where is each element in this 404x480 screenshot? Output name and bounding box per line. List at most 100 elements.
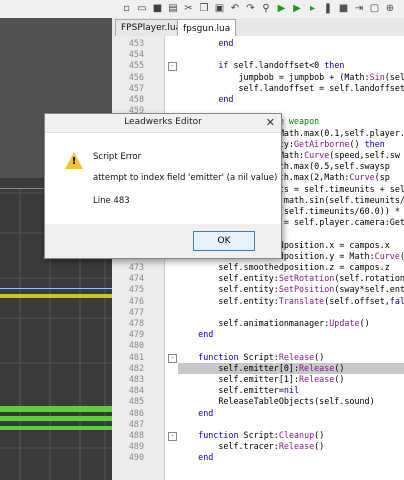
code-text: function Script:Cleanup() — [198, 430, 325, 440]
code-line[interactable]: 458 end — [112, 94, 404, 105]
open-icon[interactable]: ▭ — [136, 2, 149, 15]
line-number: 488 — [128, 430, 144, 440]
code-text: self.animationmanager:Update() — [178, 318, 370, 328]
code-line[interactable]: 485 ReleaseTableObjects(self.sound) — [112, 396, 404, 407]
pause-icon[interactable]: ❚ — [322, 2, 335, 15]
code-line[interactable]: 487 — [112, 419, 404, 430]
ok-button[interactable]: OK — [193, 231, 255, 251]
cut-icon[interactable]: ✂ — [182, 2, 195, 15]
code-line[interactable]: 482 self.emitter[0]:Release() — [112, 362, 404, 374]
code-line[interactable]: 489 self.tracer:Release() — [112, 441, 404, 452]
code-text: end — [198, 329, 214, 340]
code-line[interactable]: 484 self.emitter=nil — [112, 385, 404, 396]
code-line[interactable]: 483 self.emitter[1]:Release() — [112, 374, 404, 385]
find-icon[interactable]: ⚲ — [260, 2, 273, 15]
line-number: 454 — [128, 49, 144, 60]
dialog-message: attempt to index field 'emitter' (a nil … — [93, 173, 278, 183]
new-file-icon[interactable]: ▫ — [120, 2, 133, 15]
code-line[interactable]: 456 jumpbob = jumpbob + (Math:Sin(self.l… — [112, 72, 404, 83]
line-number: 475 — [128, 284, 144, 295]
code-text: end — [198, 452, 214, 463]
code-line[interactable]: 455 - if self.landoffset<0 then — [112, 60, 404, 72]
code-text: self.landoffset = self.landoffset + 1 — [178, 82, 404, 93]
code-line[interactable]: 486 end — [112, 408, 404, 419]
line-number: 453 — [128, 38, 144, 48]
code-text: end — [218, 94, 234, 104]
fold-toggle-icon[interactable]: - — [168, 432, 177, 441]
line-number: 479 — [128, 329, 144, 340]
line-number: 477 — [128, 306, 144, 317]
code-line[interactable]: 473 self.smoothedposition.z = campos.z — [112, 262, 404, 273]
line-number: 458 — [128, 94, 144, 104]
line-number: 489 — [128, 441, 144, 452]
code-line[interactable]: 488 - function Script:Cleanup() — [112, 430, 404, 441]
error-dialog: Leadwerks Editor ✕ ! Script Error attemp… — [44, 113, 282, 259]
code-text: self.entity:Translate(self.offset,false) — [178, 295, 404, 306]
dialog-footer: OK — [45, 224, 281, 258]
code-text: self.entity:SetRotation(self.rotation) — [178, 273, 404, 284]
pin-icon[interactable]: ⊕ — [384, 2, 397, 15]
warning-mark: ! — [71, 156, 77, 167]
redo-icon[interactable]: ↷ — [244, 2, 257, 15]
undo-icon[interactable]: ↶ — [229, 2, 242, 15]
code-line[interactable]: 476 self.entity:Translate(self.offset,fa… — [112, 296, 404, 307]
code-text: ReleaseTableObjects(self.sound) — [178, 396, 375, 407]
dialog-title: Leadwerks Editor — [124, 117, 202, 127]
paste-icon[interactable]: ▣ — [213, 2, 226, 15]
code-text: function Script:Release() — [198, 351, 325, 362]
copy-icon[interactable]: ❐ — [198, 2, 211, 15]
line-number: 484 — [128, 385, 144, 396]
code-line[interactable]: 474 self.entity:SetRotation(self.rotatio… — [112, 273, 404, 284]
code-line[interactable]: 479 end — [112, 329, 404, 340]
stop-icon[interactable]: ■ — [337, 2, 350, 15]
code-text: end — [218, 38, 234, 48]
code-line[interactable]: 453 end — [112, 38, 404, 49]
debug-icon[interactable]: ▶ — [291, 2, 304, 15]
line-number: 483 — [128, 374, 144, 384]
code-line[interactable]: 477 — [112, 307, 404, 318]
step-icon[interactable]: ▸ — [306, 2, 319, 15]
line-number: 490 — [128, 452, 144, 463]
run-icon[interactable]: ▶ — [275, 2, 288, 15]
tab-bar: FPSPlayer.lua fpsgun.lua — [112, 18, 404, 37]
code-text: self.smoothedposition.z = campos.z — [178, 262, 390, 272]
fold-toggle-icon[interactable]: - — [168, 353, 177, 363]
code-text: jumpbob = jumpbob + (Math:Sin(self.land — [178, 71, 404, 82]
dialog-title-bar: Leadwerks Editor ✕ — [45, 114, 281, 133]
line-number: 473 — [128, 262, 144, 272]
line-number: 481 — [128, 351, 144, 362]
code-text: self.emitter=nil — [178, 385, 300, 396]
line-number: 487 — [128, 418, 144, 429]
line-number: 480 — [128, 340, 144, 351]
dialog-heading: Script Error — [93, 152, 142, 162]
window-icon[interactable]: ▢ — [368, 2, 381, 15]
code-text: self.emitter[1]:Release() — [178, 374, 345, 384]
close-icon[interactable]: ✕ — [266, 116, 275, 129]
line-number: 478 — [128, 318, 144, 328]
code-text: self.emitter[0]:Release() — [178, 362, 345, 373]
code-text: self.entity:SetPosition(sway*self.entity… — [178, 284, 404, 295]
code-line[interactable]: 475 self.entity:SetPosition(sway*self.en… — [112, 284, 404, 295]
code-text: self.tracer:Release() — [178, 441, 325, 452]
line-number: 455 — [128, 60, 144, 71]
line-number: 482 — [128, 362, 144, 373]
toolbar: ▫ ▭ ■ ▤ ✂ ❐ ▣ ↶ ↷ ⚲ ▶ ▶ ▸ ❚ ■ ⇥ ▢ ⊕ — [0, 0, 404, 19]
step-out-icon[interactable]: ⇥ — [353, 2, 366, 15]
code-line[interactable]: 481 - function Script:Release() — [112, 352, 404, 363]
line-number: 456 — [128, 71, 144, 82]
code-line[interactable]: 454 — [112, 49, 404, 60]
fold-toggle-icon[interactable]: - — [168, 62, 177, 72]
code-text: if self.landoffset<0 then — [218, 60, 345, 71]
code-text: end — [198, 407, 214, 418]
tab-fpsgun[interactable]: fpsgun.lua — [177, 19, 237, 37]
line-number: 457 — [128, 82, 144, 93]
dialog-line-info: Line 483 — [93, 196, 130, 206]
code-line[interactable]: 480 — [112, 340, 404, 351]
line-number: 486 — [128, 407, 144, 418]
save-all-icon[interactable]: ▤ — [167, 2, 180, 15]
line-number: 476 — [128, 295, 144, 306]
code-line[interactable]: 457 self.landoffset = self.landoffset + … — [112, 83, 404, 94]
code-line[interactable]: 490 end — [112, 452, 404, 463]
save-icon[interactable]: ■ — [151, 2, 164, 15]
code-line[interactable]: 478 self.animationmanager:Update() — [112, 318, 404, 329]
